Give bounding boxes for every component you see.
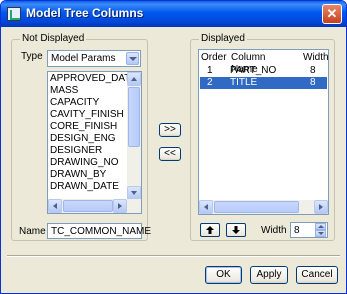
list-item[interactable]: DESIGN_ENG xyxy=(50,133,137,145)
width-spinner-value: 8 xyxy=(294,225,300,236)
name-field[interactable]: TC_COMMON_NAME xyxy=(47,223,151,239)
row-width: 8 xyxy=(310,77,316,88)
width-label: Width xyxy=(261,225,287,236)
table-row[interactable]: 1 PART_NO 8 xyxy=(200,65,327,77)
list-item[interactable]: DESIGNER xyxy=(50,145,137,157)
list-item[interactable]: DRAWN_DATE xyxy=(50,181,137,193)
displayed-table[interactable]: Order Column Name Width 1 PART_NO 8 2 TI… xyxy=(198,49,329,215)
list-item[interactable]: CAPACITY xyxy=(50,97,137,109)
add-column-label: >> xyxy=(164,124,176,135)
scroll-right-icon[interactable] xyxy=(314,200,328,214)
width-spinner[interactable]: 8 xyxy=(290,222,328,238)
window-title: Model Tree Columns xyxy=(26,6,144,20)
column-header-width[interactable]: Width xyxy=(303,52,328,64)
row-order: 1 xyxy=(207,65,213,76)
displayed-group: Displayed Order Column Name Width 1 PART… xyxy=(190,33,335,241)
type-dropdown[interactable]: Model Params xyxy=(47,50,141,67)
close-button[interactable]: ✕ xyxy=(322,4,342,24)
table-horizontal-scrollbar[interactable] xyxy=(199,200,328,214)
remove-column-label: << xyxy=(164,148,176,159)
scroll-up-icon[interactable] xyxy=(127,72,141,86)
scroll-left-icon[interactable] xyxy=(48,199,62,213)
not-displayed-label: Not Displayed xyxy=(20,33,87,44)
list-item[interactable]: MASS xyxy=(50,85,137,97)
spin-up-icon[interactable] xyxy=(315,223,326,230)
list-item[interactable]: CAVITY_FINISH xyxy=(50,109,137,121)
list-item[interactable]: DRAWING_NO xyxy=(50,157,137,169)
column-header-name[interactable]: Column Name xyxy=(231,52,265,75)
scroll-down-icon[interactable] xyxy=(127,186,141,200)
ok-label: OK xyxy=(216,269,231,280)
scroll-thumb[interactable] xyxy=(214,201,299,213)
displayed-label: Displayed xyxy=(199,33,247,44)
footer-divider xyxy=(7,255,340,257)
scroll-thumb[interactable] xyxy=(63,200,113,212)
ok-button[interactable]: OK xyxy=(205,266,242,284)
type-dropdown-value: Model Params xyxy=(51,53,116,64)
row-name: TITLE xyxy=(230,77,258,88)
table-row-selected[interactable]: 2 TITLE 8 xyxy=(200,77,327,89)
scroll-right-icon[interactable] xyxy=(113,199,127,213)
scroll-thumb[interactable] xyxy=(128,87,140,147)
not-displayed-items: APPROVED_DATE MASS CAPACITY CAVITY_FINIS… xyxy=(50,73,137,193)
move-down-button[interactable] xyxy=(226,223,246,237)
list-item[interactable]: DRAWN_BY xyxy=(50,169,137,181)
type-label: Type xyxy=(21,51,43,62)
apply-label: Apply xyxy=(256,269,282,280)
row-name: PART_NO xyxy=(230,65,277,76)
model-tree-columns-dialog: Model Tree Columns ✕ Not Displayed Type … xyxy=(0,0,347,294)
name-label: Name xyxy=(19,226,46,237)
scroll-left-icon[interactable] xyxy=(199,200,213,214)
up-arrow-icon xyxy=(206,226,214,234)
add-column-button[interactable]: >> xyxy=(159,123,181,137)
cancel-button[interactable]: Cancel xyxy=(296,266,338,284)
list-horizontal-scrollbar[interactable] xyxy=(48,199,141,213)
remove-column-button[interactable]: << xyxy=(159,147,181,161)
spin-down-icon[interactable] xyxy=(315,230,326,237)
not-displayed-list[interactable]: APPROVED_DATE MASS CAPACITY CAVITY_FINIS… xyxy=(47,71,142,214)
row-width: 8 xyxy=(310,65,316,76)
list-item[interactable]: APPROVED_DATE xyxy=(50,73,137,85)
list-item[interactable]: CORE_FINISH xyxy=(50,121,137,133)
cancel-label: Cancel xyxy=(301,269,333,280)
chevron-down-icon[interactable] xyxy=(126,52,139,65)
app-icon xyxy=(7,7,21,21)
list-vertical-scrollbar[interactable] xyxy=(127,72,141,200)
close-icon: ✕ xyxy=(326,6,338,21)
move-up-button[interactable] xyxy=(200,223,220,237)
row-order: 2 xyxy=(207,77,213,88)
not-displayed-group: Not Displayed Type Model Params APPROVED… xyxy=(11,33,151,241)
column-header-order[interactable]: Order xyxy=(201,52,227,64)
name-field-value: TC_COMMON_NAME xyxy=(51,226,152,237)
apply-button[interactable]: Apply xyxy=(250,266,288,284)
down-arrow-icon xyxy=(232,226,240,234)
title-bar[interactable]: Model Tree Columns ✕ xyxy=(1,1,346,27)
